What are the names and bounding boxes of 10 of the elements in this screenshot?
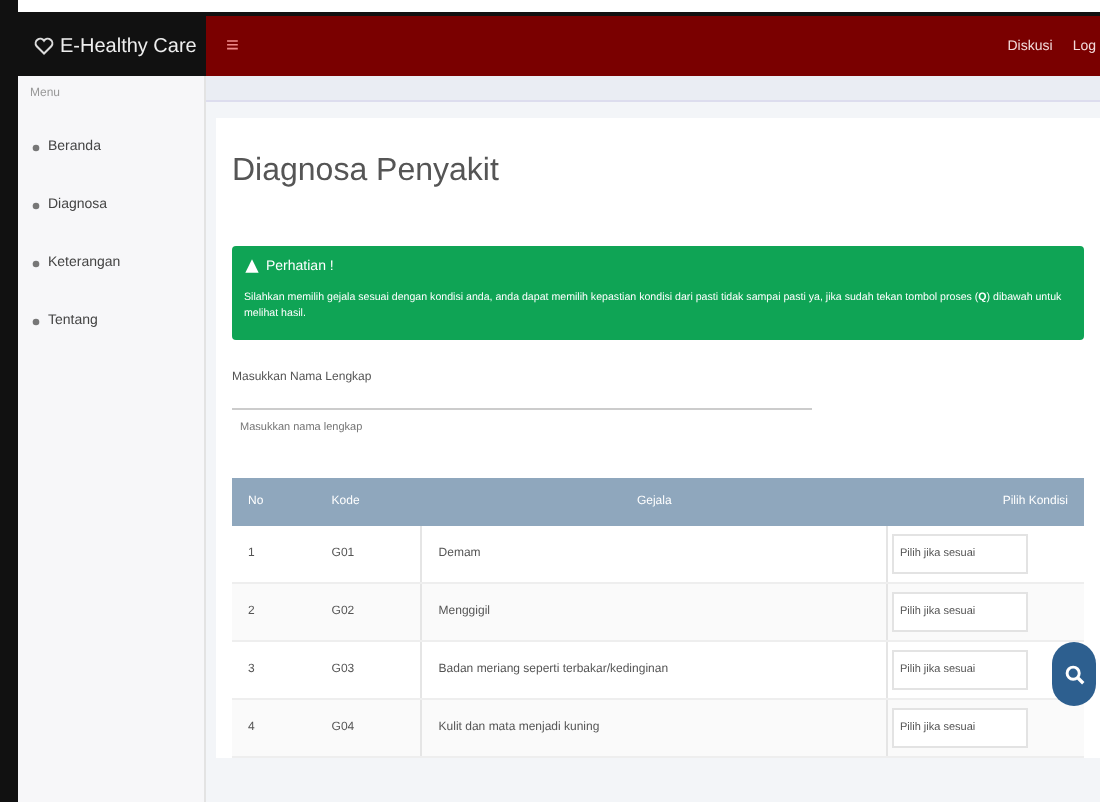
- circle-icon: [32, 143, 40, 151]
- heart-icon: [34, 36, 54, 56]
- circle-icon: [32, 201, 40, 209]
- circle-icon: [32, 317, 40, 325]
- search-icon: [1063, 663, 1085, 685]
- app-title: E-Healthy Care: [60, 35, 197, 57]
- warning-icon: [244, 258, 260, 274]
- page-title: Diagnosa Penyakit: [232, 154, 501, 190]
- circle-icon: [32, 259, 40, 267]
- menu-button[interactable]: ≡: [214, 34, 251, 58]
